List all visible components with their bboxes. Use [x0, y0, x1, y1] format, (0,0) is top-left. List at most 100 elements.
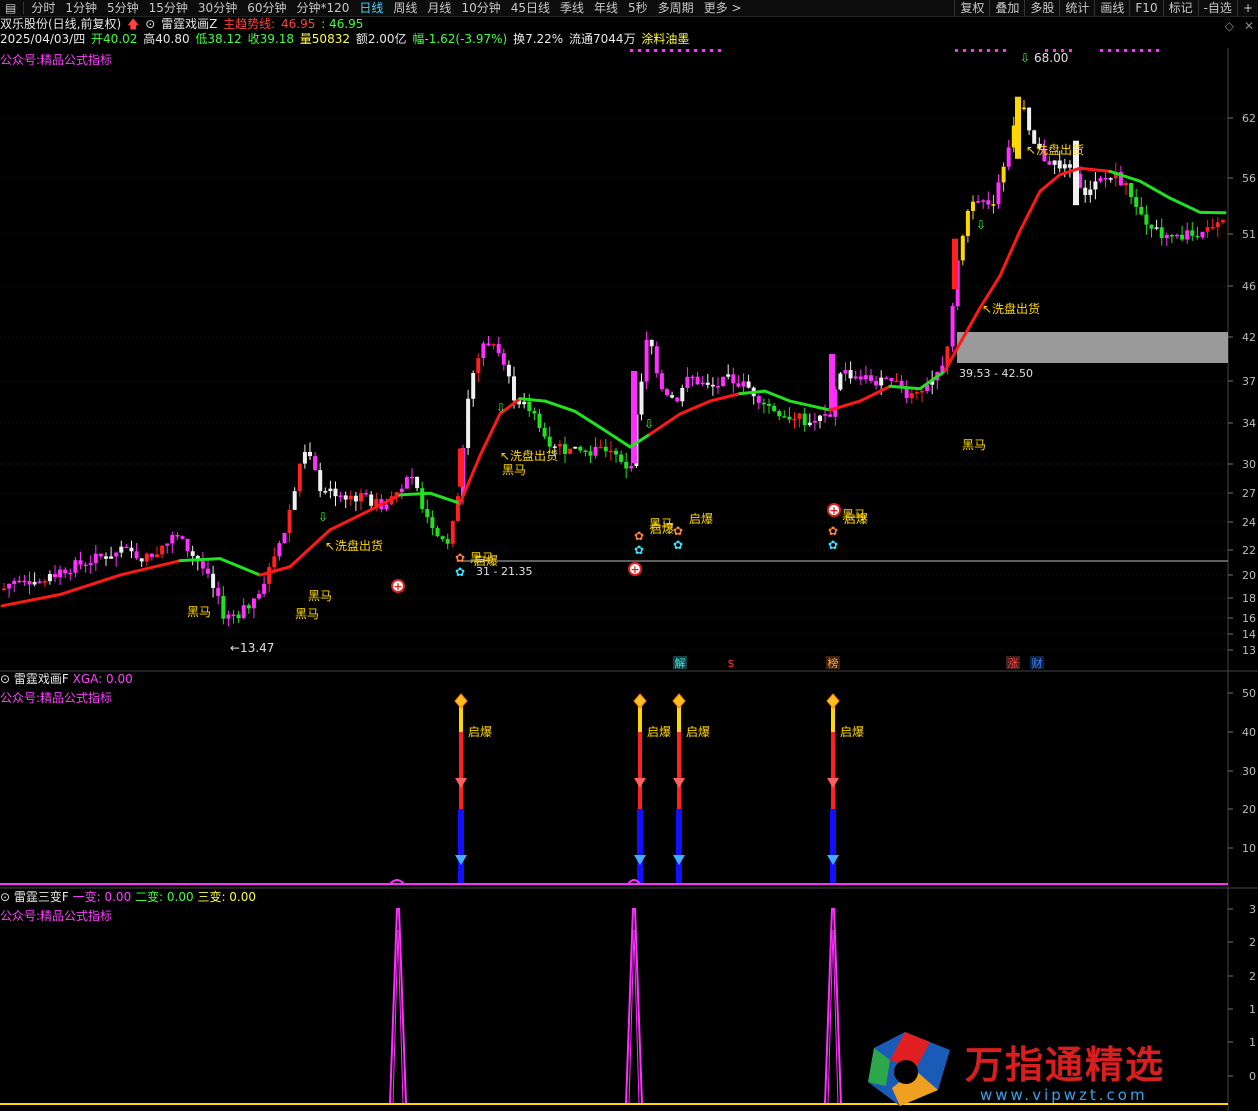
candle-body: [476, 358, 481, 374]
candle-body: [277, 543, 282, 557]
candle-body: [53, 573, 57, 578]
candle-body: [1210, 227, 1215, 229]
p3-y-tick-label: 1: [1249, 1036, 1256, 1049]
event-tag[interactable]: 涨: [1008, 657, 1019, 670]
signal-dot: [1140, 49, 1143, 52]
candle-body: [129, 547, 134, 552]
p3-y-tick-label: 1: [1249, 1003, 1256, 1016]
signal-dot: [1003, 49, 1006, 52]
event-tag[interactable]: 榜: [828, 656, 839, 670]
candle-body: [879, 377, 884, 386]
candle-body: [170, 535, 175, 544]
candle-body: [736, 383, 741, 387]
horse-label: 黑马: [962, 438, 986, 452]
candle-body: [338, 495, 343, 497]
candle-body: [415, 476, 420, 489]
candle-body: [1103, 178, 1108, 180]
signal-dot: [1132, 49, 1135, 52]
y-tick-label: 30: [1242, 458, 1256, 471]
candle-body: [430, 517, 435, 529]
candle-body: [853, 376, 858, 379]
candle-body: [894, 380, 899, 383]
candle-body: [384, 504, 389, 510]
candle-body: [848, 370, 853, 379]
p2-bar-red: [831, 732, 835, 809]
candle-body: [262, 583, 267, 594]
p3-y-tick-label: 0: [1249, 1070, 1256, 1083]
diamond-icon: [633, 693, 647, 709]
candle-body: [491, 344, 496, 346]
p2-y-tick-label: 10: [1242, 842, 1256, 855]
candle-body: [1124, 182, 1128, 186]
candle-body: [246, 605, 251, 609]
candle-body: [1180, 234, 1185, 240]
y-tick-label: 24: [1242, 516, 1256, 529]
candle-body: [165, 543, 170, 546]
signal-dot: [718, 49, 721, 52]
candle-body: [149, 553, 154, 557]
chart-canvas[interactable]: 39.53 - 42.5031 - 21.35 ⇩ 68.00←13.47↖洗盘出…: [0, 0, 1258, 1111]
candle-body: [481, 343, 486, 359]
p2-bar-blue: [458, 809, 464, 884]
highlight-candle: [952, 238, 958, 290]
signal-dot: [662, 49, 665, 52]
candle-body: [343, 495, 348, 500]
candle-body: [185, 538, 190, 552]
candle-body: [787, 416, 792, 420]
event-tag[interactable]: $: [728, 657, 735, 670]
butterfly-icon: ✿: [455, 565, 465, 579]
y-tick-label: 62: [1242, 112, 1256, 125]
candle-body: [200, 561, 205, 569]
candle-body: [58, 569, 63, 578]
candle-body: [812, 420, 817, 423]
candle-body: [644, 339, 649, 382]
candle-body: [73, 560, 78, 573]
candle-body: [1200, 231, 1205, 238]
trend-segment: [178, 557, 222, 563]
down-arrow-icon: ⇩: [644, 417, 654, 431]
trend-segment: [708, 392, 742, 403]
candle-body: [216, 587, 221, 596]
y-tick-label: 20: [1242, 569, 1256, 582]
horse-label: 黑马: [308, 589, 332, 603]
event-tag[interactable]: 解: [675, 656, 686, 670]
signal-dot: [1069, 49, 1072, 52]
trend-segment: [598, 425, 632, 449]
candle-body: [1185, 230, 1190, 240]
candle-body: [710, 384, 715, 387]
candle-body: [802, 413, 807, 426]
candle-body: [920, 390, 924, 393]
candle-body: [649, 339, 654, 347]
candle-body: [731, 374, 736, 384]
candle-body: [1067, 164, 1072, 168]
candle-body: [583, 450, 588, 453]
trend-segment: [118, 559, 182, 577]
candle-body: [7, 584, 12, 589]
trend-segment: [258, 565, 292, 577]
highlight-candle: [1015, 96, 1021, 159]
candle-body: [603, 446, 608, 452]
candle-body: [440, 536, 445, 540]
trend-segment: [1168, 196, 1202, 214]
candle-body: [236, 614, 241, 619]
candle-body: [578, 446, 583, 451]
trend-segment: [858, 384, 892, 403]
horse-label: 黑马: [502, 463, 526, 477]
event-tag[interactable]: 财: [1032, 656, 1043, 670]
candle-body: [608, 450, 613, 453]
candle-body: [1108, 178, 1113, 180]
candle-body: [88, 563, 93, 565]
candle-body: [445, 539, 450, 544]
diamond-icon: [826, 693, 840, 709]
candle-body: [869, 375, 873, 381]
candle-body: [124, 546, 129, 549]
candle-body: [1164, 235, 1169, 239]
candle-body: [797, 413, 802, 419]
signal-dot: [686, 49, 689, 52]
highlight-candle: [458, 448, 464, 487]
p2-bar-blue: [637, 809, 643, 884]
candle-body: [506, 364, 511, 377]
candle-body: [1220, 220, 1225, 223]
candle-body: [598, 446, 603, 449]
candle-body: [1175, 234, 1179, 237]
